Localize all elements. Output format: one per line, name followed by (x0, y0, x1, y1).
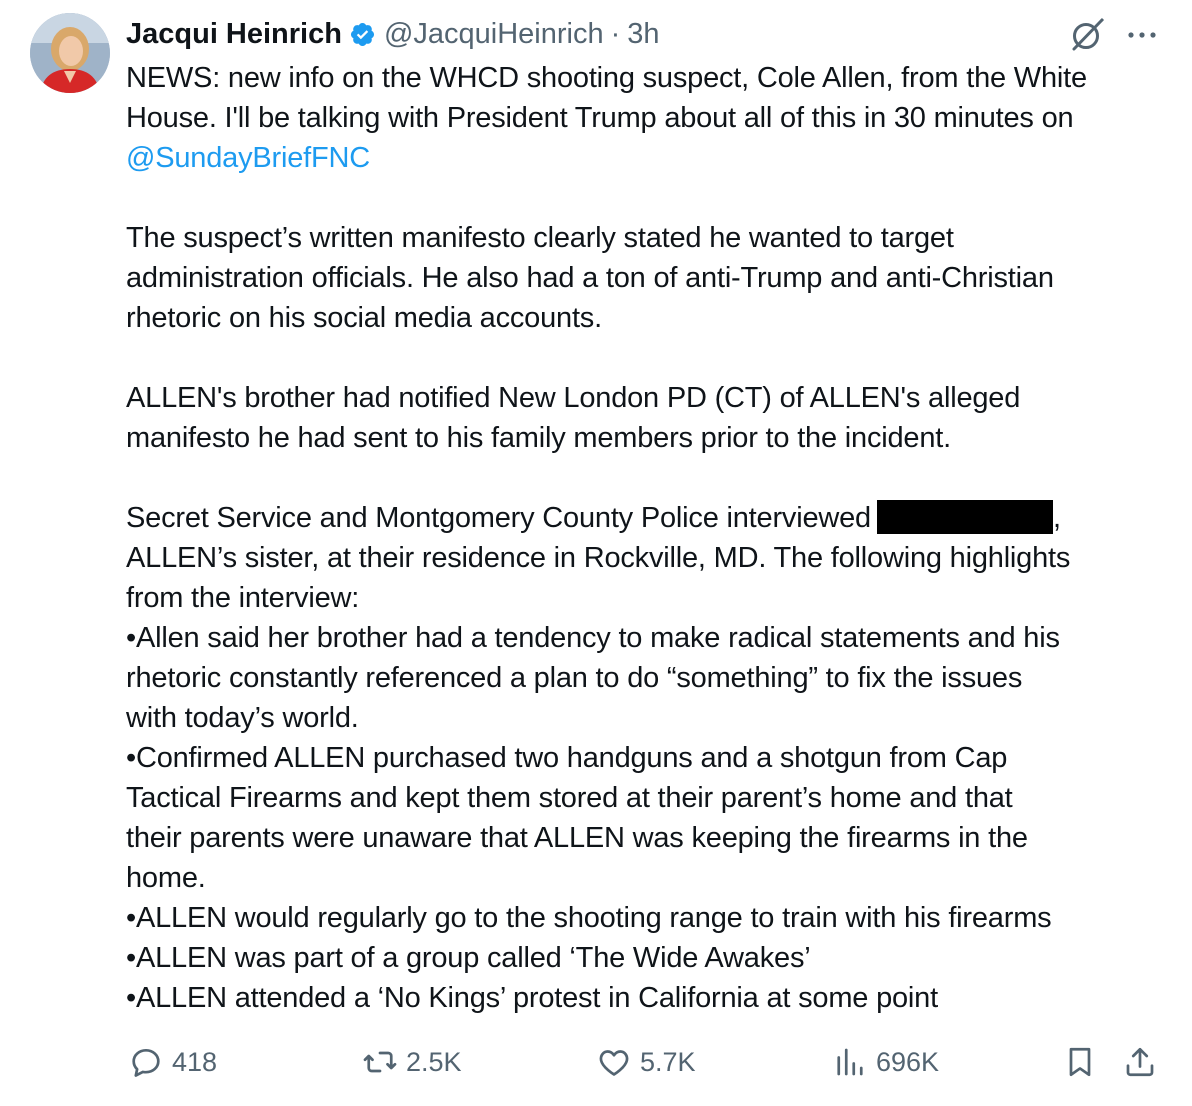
share-icon (1126, 1047, 1154, 1077)
tweet-header: Jacqui Heinrich @JacquiHeinrich · 3h (126, 14, 660, 54)
reply-icon (132, 1048, 160, 1077)
share-button[interactable] (1122, 1040, 1166, 1084)
views-icon (837, 1048, 863, 1076)
tweet-line: with today’s world. (126, 702, 359, 734)
tweet-line: ALLEN’s sister, at their residence in Ro… (126, 542, 1071, 574)
tweet-line: •Confirmed ALLEN purchased two handguns … (126, 742, 1008, 774)
avatar[interactable] (30, 13, 110, 93)
tweet-line: House. I'll be talking with President Tr… (126, 102, 1074, 134)
tweet-line: administration officials. He also had a … (126, 262, 1054, 294)
tweet-line: manifesto he had sent to his family memb… (126, 422, 951, 454)
grok-icon[interactable] (1068, 16, 1106, 54)
reply-count: 418 (172, 1046, 218, 1077)
tweet-line: The suspect’s written manifesto clearly … (126, 222, 954, 254)
tweet-line: •ALLEN was part of a group called ‘The W… (126, 942, 811, 974)
tweet-line: rhetoric on his social media accounts. (126, 302, 602, 334)
like-button[interactable]: 5.7K (596, 1040, 696, 1084)
timestamp[interactable]: 3h (627, 18, 659, 51)
views-button[interactable]: 696K (832, 1040, 939, 1084)
tweet-line: Secret Service and Montgomery County Pol… (126, 498, 1176, 538)
author-handle[interactable]: @JacquiHeinrich (384, 18, 604, 51)
tweet-line: their parents were unaware that ALLEN wa… (126, 822, 1028, 854)
mention-link[interactable]: @SundayBriefFNC (126, 142, 370, 174)
reply-button[interactable]: 418 (128, 1040, 217, 1084)
tweet-text: NEWS: new info on the WHCD shooting susp… (126, 58, 1176, 1018)
repost-icon (363, 1051, 397, 1073)
like-icon (599, 1050, 629, 1076)
more-icon[interactable] (1124, 28, 1160, 42)
tweet-line: ALLEN's brother had notified New London … (126, 382, 1021, 414)
tweet-line: rhetoric constantly referenced a plan to… (126, 662, 1023, 694)
action-bar: 418 2.5K 5.7K 696K (0, 1040, 1192, 1084)
tweet-line: home. (126, 862, 206, 894)
tweet-line: •Allen said her brother had a tendency t… (126, 622, 1060, 654)
tweet-line: •ALLEN attended a ‘No Kings’ protest in … (126, 982, 938, 1014)
bookmark-icon (1069, 1047, 1091, 1077)
tweet-line-text: , (1052, 502, 1061, 534)
repost-button[interactable]: 2.5K (362, 1040, 462, 1084)
views-count: 696K (876, 1046, 940, 1077)
tweet-line: NEWS: new info on the WHCD shooting susp… (126, 62, 1087, 94)
verified-badge-icon (349, 21, 376, 48)
tweet-line: from the interview: (126, 582, 360, 614)
avatar-image (30, 13, 110, 93)
repost-count: 2.5K (406, 1046, 462, 1077)
tweet-line: Tactical Firearms and kept them stored a… (126, 782, 1013, 814)
like-count: 5.7K (640, 1046, 696, 1077)
separator-dot: · (610, 17, 621, 50)
tweet-line-text: Secret Service and Montgomery County Pol… (126, 502, 871, 534)
bookmark-button[interactable] (1062, 1040, 1106, 1084)
tweet-line: @SundayBriefFNC (126, 138, 1176, 178)
author-name[interactable]: Jacqui Heinrich (126, 18, 342, 51)
tweet-line: •ALLEN would regularly go to the shootin… (126, 902, 1052, 934)
redaction-box (876, 500, 1053, 534)
